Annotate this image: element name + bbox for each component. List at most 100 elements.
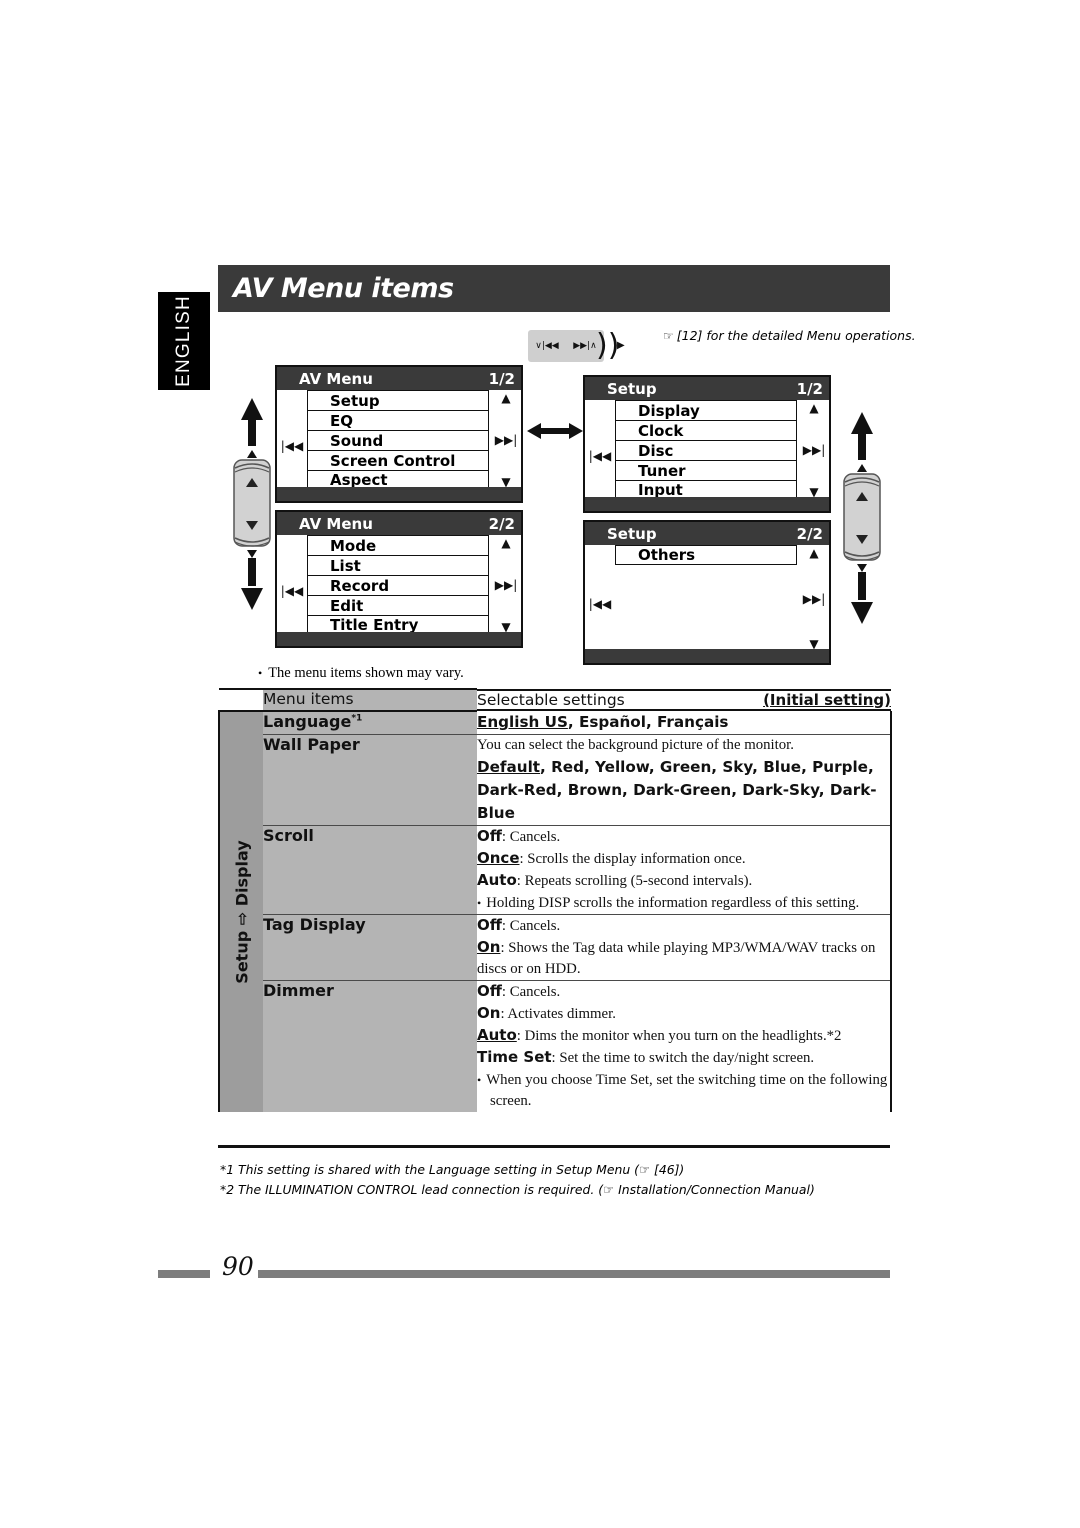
option: Dark-Red (477, 781, 557, 799)
initial-option: Default (477, 758, 541, 776)
list-item[interactable]: EQ (307, 410, 489, 430)
list-item[interactable]: Disc (615, 440, 797, 460)
list-item[interactable]: List (307, 555, 489, 575)
row-name-dimmer: Dimmer (263, 980, 477, 1112)
settings-table: Menu items Selectable settings (Initial … (218, 688, 892, 1112)
option-sep: , (645, 713, 658, 731)
screen-header: AV Menu 2/2 (277, 512, 521, 535)
scroll-up-icon[interactable]: ▲ (809, 401, 818, 415)
screen-title: Setup (607, 524, 657, 543)
screen-body: |◀◀ Display Clock Disc Tuner Input ▲ ▶▶|… (585, 400, 829, 511)
footnote-1: *1 This setting is shared with the Langu… (220, 1162, 685, 1177)
screen-av-menu-page2: AV Menu 2/2 |◀◀ Mode List Record Edit Ti… (275, 510, 523, 648)
screen-prev-icon[interactable]: |◀◀ (585, 400, 615, 511)
footnotes: *1 This setting is shared with the Langu… (220, 1160, 815, 1200)
table-row: Wall Paper You can select the background… (219, 734, 892, 826)
setting-desc: : Set the time to switch the day/night s… (551, 1050, 815, 1066)
setting-label: On (477, 1004, 501, 1022)
setting-label: Auto (477, 871, 517, 889)
row-options: Default, Red, Yellow, Green, Sky, Blue, … (477, 758, 877, 822)
setting-desc: : Cancels. (501, 918, 561, 934)
list-item[interactable]: Others (615, 545, 797, 565)
screen-next-icon[interactable]: ▶▶| (803, 443, 826, 457)
screen-side-controls: ▲ ▶▶| ▼ (491, 535, 521, 646)
screen-page-indicator: 1/2 (796, 379, 823, 398)
bullet-icon: • (258, 666, 263, 680)
rocker-down-prev-label: ∨|◀◀ (535, 341, 559, 351)
screen-prev-icon[interactable]: |◀◀ (277, 390, 307, 501)
footer-bar-right (258, 1270, 890, 1278)
screen-header: Setup 2/2 (585, 522, 829, 545)
bidirectional-arrow-icon (527, 423, 583, 439)
option: Dark-Green (633, 781, 732, 799)
list-item[interactable]: Tuner (615, 460, 797, 480)
screen-next-icon[interactable]: ▶▶| (495, 433, 518, 447)
row-name-text: Wall Paper (263, 735, 360, 754)
row-note: • When you choose Time Set, set the switc… (477, 1070, 890, 1112)
menu-vary-note-text: The menu items shown may vary. (268, 665, 464, 681)
footer-bar-left (158, 1270, 210, 1278)
rocker-horizontal-body: ∨|◀◀ ▶▶|∧ (528, 330, 604, 362)
option: Español (578, 713, 646, 731)
list-item[interactable]: Sound (307, 430, 489, 450)
row-description: You can select the background picture of… (477, 737, 794, 753)
list-item[interactable]: Edit (307, 595, 489, 615)
initial-option: English US (477, 713, 568, 731)
row-name-text: Dimmer (263, 981, 334, 1000)
screen-next-icon[interactable]: ▶▶| (803, 592, 826, 606)
rocker-right-arc-icon: )) (596, 328, 620, 363)
table-header-row: Menu items Selectable settings (Initial … (219, 688, 891, 712)
row-value-dimmer: Off: Cancels. On: Activates dimmer. Auto… (477, 980, 892, 1112)
rocker-right-arrow-icon: ▶ (617, 340, 625, 351)
bullet-icon: • (477, 1073, 482, 1087)
row-name-language: Language*1 (263, 711, 477, 735)
menu-vary-note: • The menu items shown may vary. (258, 665, 464, 682)
row-value-language: English US, Español, Français (477, 711, 892, 735)
screen-title: Setup (607, 379, 657, 398)
footnote-marker: *1 (351, 713, 363, 724)
option: Red (551, 758, 584, 776)
scroll-up-icon[interactable]: ▲ (809, 546, 818, 560)
list-item[interactable]: Mode (307, 535, 489, 555)
row-name-wall-paper: Wall Paper (263, 734, 477, 826)
list-item[interactable]: Setup (307, 390, 489, 410)
row-options: English US, Español, Français (477, 713, 728, 731)
bullet-icon: • (477, 896, 482, 910)
list-item[interactable]: Clock (615, 420, 797, 440)
screen-footer-bar (585, 497, 829, 511)
table-row: Tag Display Off: Cancels. On: Shows the … (219, 914, 892, 981)
setting-desc: : Cancels. (501, 829, 561, 845)
setting-desc: : Shows the Tag data while playing MP3/W… (477, 940, 876, 977)
screen-item-list: Mode List Record Edit Title Entry (307, 535, 489, 635)
row-note: • Holding DISP scrolls the information re… (477, 893, 890, 914)
table-bottom-rule (218, 1145, 890, 1148)
setting-label: Off (477, 916, 502, 934)
setting-label-initial: On (477, 938, 501, 956)
setting-desc: : Dims the monitor when you turn on the … (516, 1028, 842, 1044)
scroll-up-icon[interactable]: ▲ (501, 536, 510, 550)
screen-item-list: Others (615, 545, 797, 649)
setting-label-initial: Once (477, 849, 520, 867)
language-tab-label: ENGLISH (173, 295, 194, 387)
screen-next-icon[interactable]: ▶▶| (495, 578, 518, 592)
row-note-text: When you choose Time Set, set the switch… (486, 1072, 888, 1109)
screen-setup-page1: Setup 1/2 |◀◀ Display Clock Disc Tuner I… (583, 375, 831, 513)
list-item[interactable]: Record (307, 575, 489, 595)
option: Blue (763, 758, 802, 776)
screen-page-indicator: 1/2 (488, 369, 515, 388)
list-item[interactable]: Screen Control (307, 450, 489, 470)
pointing-hand-icon: ☞ (663, 329, 674, 343)
menu-operations-note-text: [12] for the detailed Menu operations. (676, 328, 916, 343)
scroll-up-icon[interactable]: ▲ (501, 391, 510, 405)
rocker-next-up-label: ▶▶|∧ (573, 341, 597, 351)
screen-side-controls: ▲ ▶▶| ▼ (799, 545, 829, 663)
screen-side-controls: ▲ ▶▶| ▼ (799, 400, 829, 511)
screen-side-controls: ▲ ▶▶| ▼ (491, 390, 521, 501)
screen-prev-icon[interactable]: |◀◀ (585, 545, 615, 663)
screen-prev-icon[interactable]: |◀◀ (277, 535, 307, 646)
table-header-menu-items: Menu items (263, 688, 477, 712)
row-name-text: Scroll (263, 826, 314, 845)
list-item[interactable]: Display (615, 400, 797, 420)
table-row: Dimmer Off: Cancels. On: Activates dimme… (219, 980, 892, 1112)
screen-page-indicator: 2/2 (796, 524, 823, 543)
